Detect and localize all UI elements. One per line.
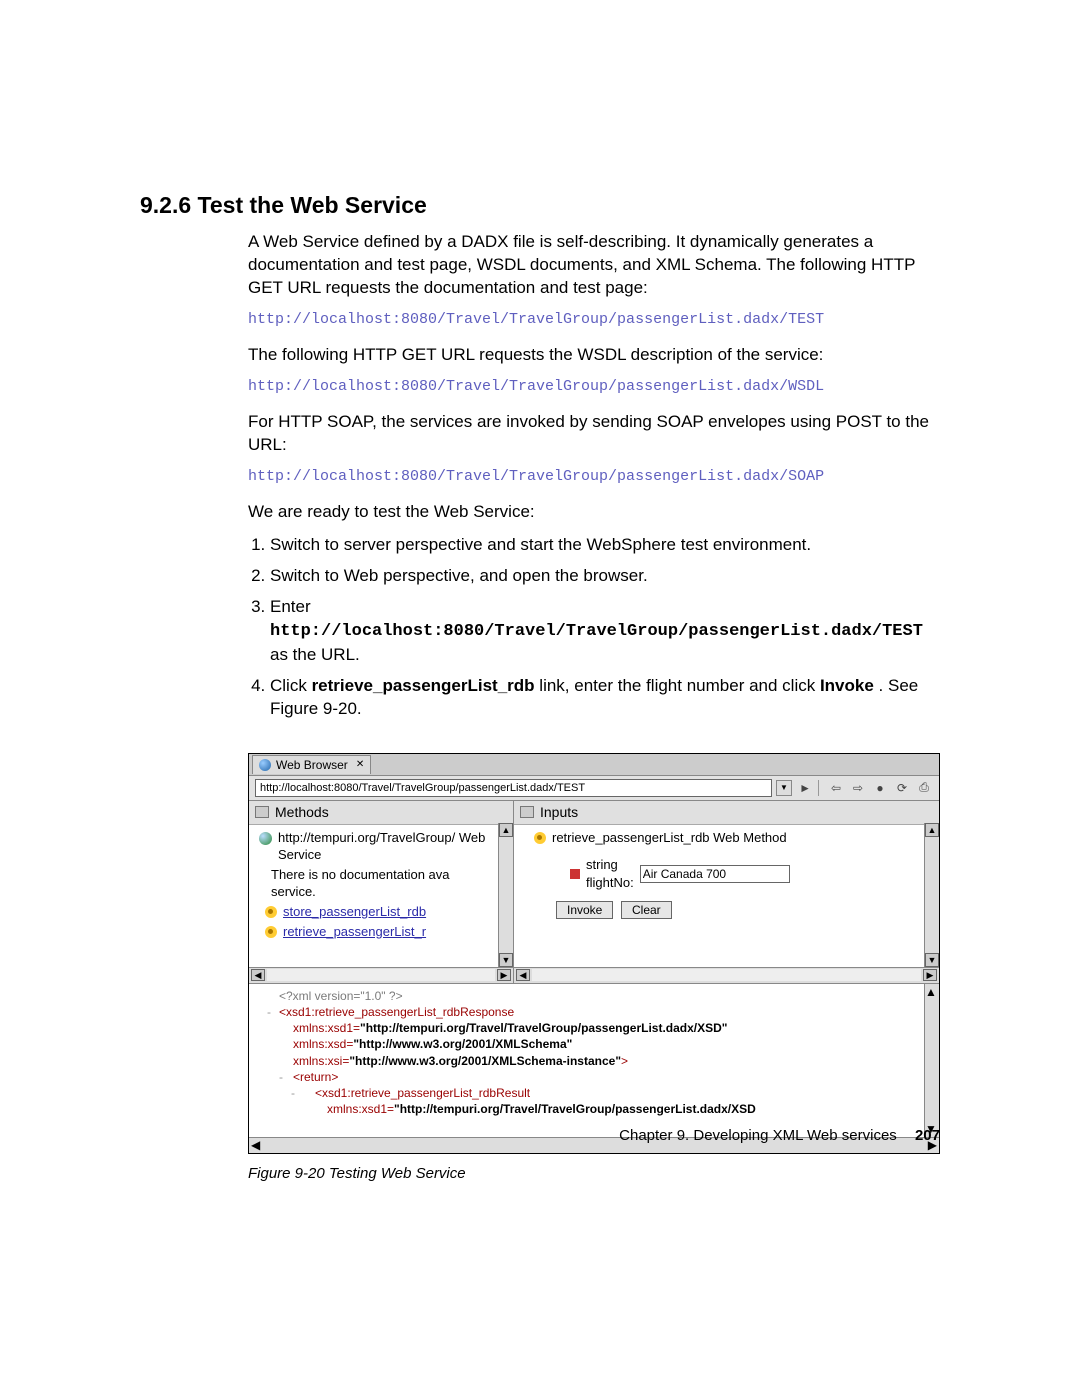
stop-button[interactable]: ● xyxy=(871,779,889,797)
inputs-scrollbar-h[interactable]: ◀ ▶ xyxy=(514,967,939,983)
xml-tag: <return> xyxy=(293,1070,338,1084)
step-4-invoke: Invoke xyxy=(820,676,874,695)
flightno-input[interactable] xyxy=(640,865,790,883)
step-3: Enter http://localhost:8080/Travel/Trave… xyxy=(270,596,940,667)
inputs-scrollbar-v[interactable]: ▲ ▼ xyxy=(924,823,939,967)
globe-icon xyxy=(259,759,271,771)
scroll-left-icon[interactable]: ◀ xyxy=(516,969,530,981)
code-url-wsdl: http://localhost:8080/Travel/TravelGroup… xyxy=(248,377,940,397)
url-bar: ▼ ► ⇦ ⇨ ● ⟳ ⎙ xyxy=(249,776,939,801)
scroll-left-icon[interactable]: ◀ xyxy=(251,1137,260,1153)
inputs-pane-header: Inputs xyxy=(514,801,939,825)
methods-title: Methods xyxy=(275,803,329,822)
xml-attr: xmlns:xsi= xyxy=(293,1054,349,1068)
methods-scrollbar-v[interactable]: ▲ ▼ xyxy=(498,823,513,967)
method-icon xyxy=(265,926,277,938)
back-button[interactable]: ⇦ xyxy=(827,779,845,797)
method-retrieve-link[interactable]: retrieve_passengerList_r xyxy=(283,923,426,941)
tab-web-browser[interactable]: Web Browser ✕ xyxy=(252,755,371,774)
print-button[interactable]: ⎙ xyxy=(915,779,933,797)
step-2: Switch to Web perspective, and open the … xyxy=(270,565,940,588)
method-icon xyxy=(265,906,277,918)
step-4-pre: Click xyxy=(270,676,312,695)
step-4-link-name: retrieve_passengerList_rdb xyxy=(312,676,535,695)
xml-attr-value: "http://www.w3.org/2001/XMLSchema-instan… xyxy=(349,1054,621,1068)
browser-tabbar: Web Browser ✕ xyxy=(249,754,939,776)
methods-pane: Methods http://tempuri.org/TravelGroup/ … xyxy=(249,801,514,983)
xml-attr-value: "http://tempuri.org/Travel/TravelGroup/p… xyxy=(360,1021,727,1035)
step-4-mid: link, enter the flight number and click xyxy=(539,676,820,695)
step-3-code: http://localhost:8080/Travel/TravelGroup… xyxy=(270,622,923,641)
xml-tag-close: > xyxy=(621,1054,628,1068)
invoke-button[interactable]: Invoke xyxy=(556,901,613,919)
xml-declaration: <?xml version="1.0" ?> xyxy=(279,989,403,1003)
scroll-up-icon[interactable]: ▲ xyxy=(925,984,939,1000)
no-doc-text: There is no documentation ava service. xyxy=(271,866,497,901)
inputs-title: Inputs xyxy=(540,803,578,822)
code-url-test: http://localhost:8080/Travel/TravelGroup… xyxy=(248,310,940,330)
figure-9-20: Web Browser ✕ ▼ ► ⇦ ⇨ ● ⟳ ⎙ xyxy=(248,753,940,1154)
param-type: string xyxy=(586,856,634,874)
paragraph: A Web Service defined by a DADX file is … xyxy=(248,231,940,300)
url-dropdown-icon[interactable]: ▼ xyxy=(776,780,792,796)
figure-caption: Figure 9-20 Testing Web Service xyxy=(248,1164,940,1184)
xml-attr-value: "http://www.w3.org/2001/XMLSchema" xyxy=(353,1037,572,1051)
xml-attr: xmlns:xsd1= xyxy=(327,1102,394,1116)
web-service-label: http://tempuri.org/TravelGroup/ Web Serv… xyxy=(278,829,497,864)
step-1: Switch to server perspective and start t… xyxy=(270,534,940,557)
globe-icon xyxy=(259,832,272,845)
refresh-button[interactable]: ⟳ xyxy=(893,779,911,797)
paragraph: For HTTP SOAP, the services are invoked … xyxy=(248,411,940,457)
clear-button[interactable]: Clear xyxy=(621,901,672,919)
input-method-label: retrieve_passengerList_rdb Web Method xyxy=(552,829,787,847)
footer-page-number: 207 xyxy=(915,1127,940,1144)
methods-scrollbar-h[interactable]: ◀ ▶ xyxy=(249,967,513,983)
xml-tag: <xsd1:retrieve_passengerList_rdbResult xyxy=(315,1086,530,1100)
methods-pane-header: Methods xyxy=(249,801,513,825)
code-url-soap: http://localhost:8080/Travel/TravelGroup… xyxy=(248,467,940,487)
xml-attr: xmlns:xsd1= xyxy=(293,1021,360,1035)
xml-attr: xmlns:xsd= xyxy=(293,1037,353,1051)
scroll-left-icon[interactable]: ◀ xyxy=(251,969,265,981)
method-store-link[interactable]: store_passengerList_rdb xyxy=(283,903,426,921)
xml-tag: <xsd1:retrieve_passengerList_rdbResponse xyxy=(279,1005,514,1019)
step-3-pre: Enter xyxy=(270,597,311,616)
footer-chapter: Chapter 9. Developing XML Web services xyxy=(619,1127,897,1144)
required-icon xyxy=(570,869,580,879)
scroll-down-icon[interactable]: ▼ xyxy=(499,953,513,967)
close-icon[interactable]: ✕ xyxy=(356,758,364,772)
paragraph: We are ready to test the Web Service: xyxy=(248,501,940,524)
paragraph: The following HTTP GET URL requests the … xyxy=(248,344,940,367)
method-icon xyxy=(534,832,546,844)
step-4: Click retrieve_passengerList_rdb link, e… xyxy=(270,675,940,721)
section-heading: 9.2.6 Test the Web Service xyxy=(140,190,940,221)
inputs-pane: Inputs retrieve_passengerList_rdb Web Me… xyxy=(514,801,939,983)
xml-attr-value: "http://tempuri.org/Travel/TravelGroup/p… xyxy=(394,1102,756,1116)
tab-label: Web Browser xyxy=(276,757,348,773)
list-icon xyxy=(255,806,269,818)
go-button[interactable]: ► xyxy=(796,779,814,797)
page-footer: Chapter 9. Developing XML Web services 2… xyxy=(619,1126,940,1146)
url-input[interactable] xyxy=(255,779,772,797)
forward-button[interactable]: ⇨ xyxy=(849,779,867,797)
xml-scrollbar-v[interactable]: ▲ ▼ xyxy=(924,984,939,1137)
scroll-down-icon[interactable]: ▼ xyxy=(925,953,939,967)
param-name: flightNo: xyxy=(586,874,634,892)
scroll-right-icon[interactable]: ▶ xyxy=(497,969,511,981)
scroll-right-icon[interactable]: ▶ xyxy=(923,969,937,981)
scroll-up-icon[interactable]: ▲ xyxy=(499,823,513,837)
form-icon xyxy=(520,806,534,818)
step-3-post: as the URL. xyxy=(270,645,360,664)
scroll-up-icon[interactable]: ▲ xyxy=(925,823,939,837)
ordered-steps: Switch to server perspective and start t… xyxy=(248,534,940,721)
